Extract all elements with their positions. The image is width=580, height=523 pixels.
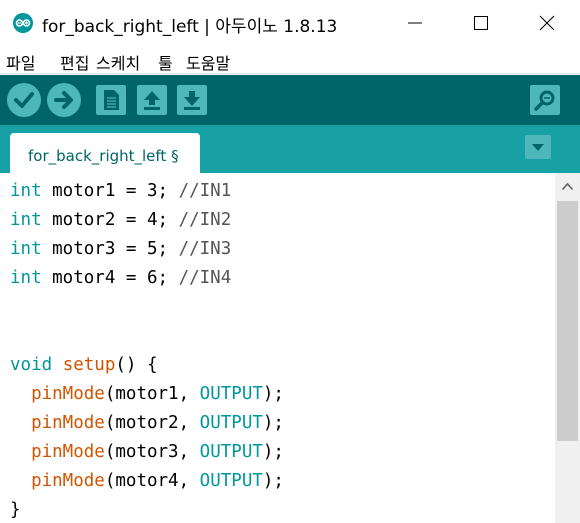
code-token: setup xyxy=(62,355,116,375)
code-line: int motor2 = 4; //IN2 xyxy=(10,206,231,235)
save-button[interactable] xyxy=(177,85,207,115)
code-token: //IN4 xyxy=(178,268,232,288)
code-token: OUTPUT xyxy=(199,384,263,404)
code-token: pinMode xyxy=(31,384,105,404)
code-token: int xyxy=(10,239,42,259)
menu-edit[interactable]: 편집 xyxy=(60,50,89,74)
scroll-up-button[interactable] xyxy=(555,173,580,201)
menu-tools[interactable]: 툴 xyxy=(158,50,173,74)
code-token: //IN3 xyxy=(178,239,232,259)
open-button[interactable] xyxy=(137,85,167,115)
code-token: motor4 = 6; xyxy=(41,268,179,288)
close-icon xyxy=(539,15,555,31)
tab-label: for_back_right_left § xyxy=(28,147,179,165)
code-line: pinMode(motor3, OUTPUT); xyxy=(10,438,284,467)
serial-monitor-icon xyxy=(534,90,555,111)
upload-button[interactable] xyxy=(47,83,81,117)
code-line: int motor3 = 5; //IN3 xyxy=(10,235,231,264)
code-line: } xyxy=(10,496,21,523)
code-token: pinMode xyxy=(31,442,105,462)
toolbar xyxy=(0,75,580,125)
maximize-icon xyxy=(474,16,488,30)
chevron-up-icon xyxy=(561,182,574,191)
menu-file[interactable]: 파일 xyxy=(6,50,35,74)
code-token: motor1 = 3; xyxy=(41,181,179,201)
new-button[interactable] xyxy=(96,85,126,115)
serial-monitor-button[interactable] xyxy=(530,85,560,115)
code-editor[interactable]: int motor1 = 3; //IN1 int motor2 = 4; //I… xyxy=(0,173,555,523)
code-token: //IN1 xyxy=(178,181,232,201)
code-token: () { xyxy=(115,355,158,375)
code-token: int xyxy=(10,210,42,230)
code-line: int motor4 = 6; //IN4 xyxy=(10,264,231,293)
code-token: pinMode xyxy=(31,471,105,491)
code-token: ); xyxy=(262,442,284,462)
code-line: void setup() { xyxy=(10,351,158,380)
close-button[interactable] xyxy=(514,0,580,46)
code-token: (motor3, xyxy=(104,442,200,462)
code-token: (motor2, xyxy=(104,413,200,433)
code-token: OUTPUT xyxy=(199,442,263,462)
code-token: (motor1, xyxy=(104,384,200,404)
verify-icon xyxy=(14,92,34,108)
vertical-scrollbar[interactable] xyxy=(555,173,580,523)
code-token: void xyxy=(10,355,53,375)
chevron-down-icon xyxy=(532,144,544,151)
code-line: pinMode(motor1, OUTPUT); xyxy=(10,380,284,409)
code-token: ); xyxy=(262,384,284,404)
tab-bar: for_back_right_left § xyxy=(0,125,580,173)
upload-icon xyxy=(54,91,73,109)
verify-button[interactable] xyxy=(7,83,41,117)
maximize-button[interactable] xyxy=(448,0,514,46)
code-token: motor3 = 5; xyxy=(41,239,179,259)
tab-menu-button[interactable] xyxy=(525,135,551,159)
code-line: pinMode(motor2, OUTPUT); xyxy=(10,409,284,438)
tab-sketch[interactable]: for_back_right_left § xyxy=(10,133,200,173)
code-line: int motor1 = 3; //IN1 xyxy=(10,177,231,206)
code-token: motor2 = 4; xyxy=(41,210,179,230)
code-token: int xyxy=(10,181,42,201)
menu-sketch[interactable]: 스케치 xyxy=(96,50,140,74)
code-token: OUTPUT xyxy=(199,471,263,491)
arduino-logo-icon xyxy=(13,13,33,33)
code-token: ); xyxy=(262,413,284,433)
new-icon xyxy=(104,90,119,110)
title-bar: for_back_right_left | 아두이노 1.8.13 xyxy=(0,0,580,46)
code-token: } xyxy=(10,500,21,520)
code-token: (motor4, xyxy=(104,471,200,491)
scrollbar-thumb[interactable] xyxy=(557,201,578,441)
code-line: pinMode(motor4, OUTPUT); xyxy=(10,467,284,496)
menu-bar: 파일 편집 스케치 툴 도움말 xyxy=(0,46,580,74)
save-icon xyxy=(184,91,200,110)
menu-help[interactable]: 도움말 xyxy=(186,50,230,74)
code-token: int xyxy=(10,268,42,288)
window-title: for_back_right_left | 아두이노 1.8.13 xyxy=(42,17,338,37)
code-token: ); xyxy=(262,471,284,491)
minimize-button[interactable] xyxy=(382,0,448,46)
code-token: OUTPUT xyxy=(199,413,263,433)
minimize-icon xyxy=(408,22,422,24)
open-icon xyxy=(144,91,160,110)
code-token: //IN2 xyxy=(178,210,232,230)
code-token: pinMode xyxy=(31,413,105,433)
